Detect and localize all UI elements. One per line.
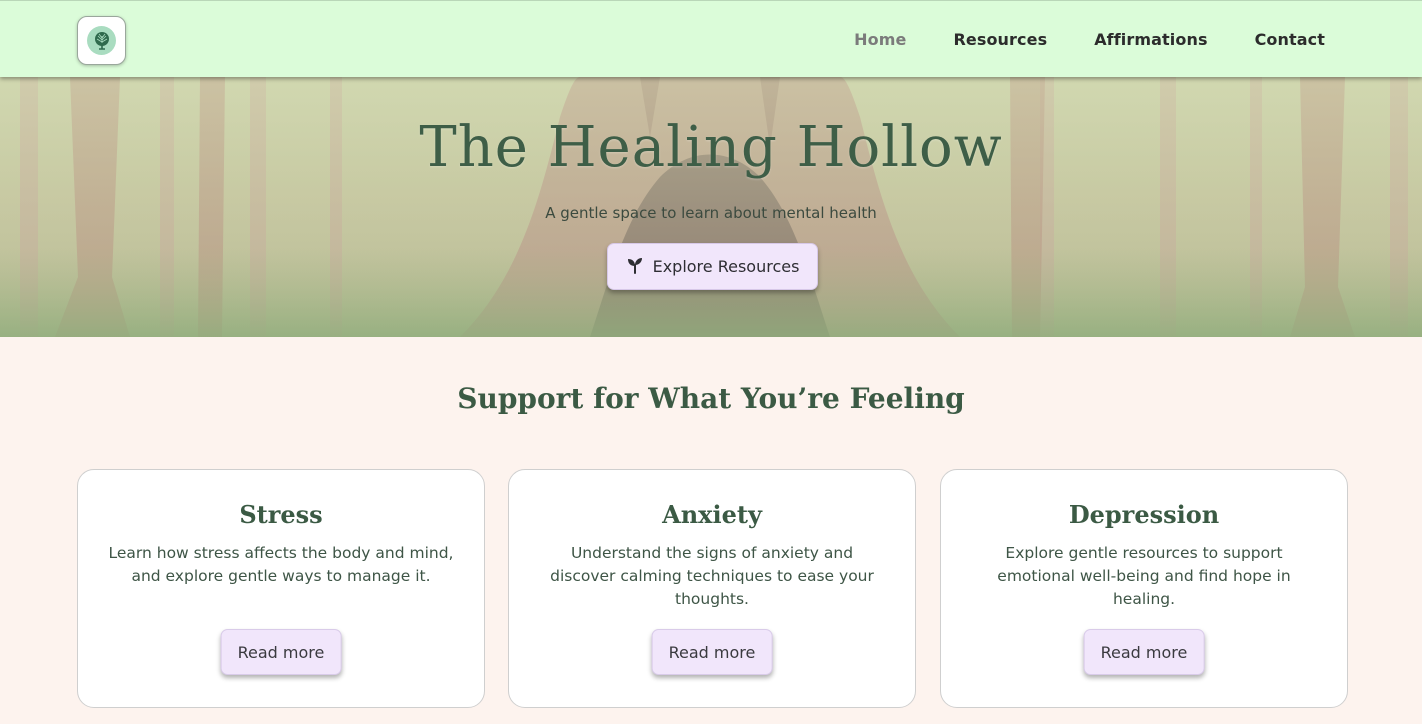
card-anxiety: Anxiety Understand the signs of anxiety … [508, 469, 916, 708]
card-text: Understand the signs of anxiety and disc… [550, 544, 874, 608]
read-more-button[interactable]: Read more [651, 629, 773, 675]
nav-link-contact[interactable]: Contact [1255, 30, 1325, 49]
hero-subtitle: A gentle space to learn about mental hea… [545, 204, 877, 222]
sprout-icon [626, 256, 644, 278]
read-more-button[interactable]: Read more [1083, 629, 1205, 675]
card-title: Depression [1068, 500, 1220, 529]
explore-resources-button[interactable]: Explore Resources [607, 243, 818, 290]
card-text: Explore gentle resources to support emot… [997, 544, 1291, 608]
logo[interactable] [77, 16, 126, 65]
nav-link-resources[interactable]: Resources [953, 30, 1047, 49]
tree-icon [87, 26, 116, 55]
nav-link-home[interactable]: Home [854, 30, 906, 49]
card-depression: Depression Explore gentle resources to s… [940, 469, 1348, 708]
card-title: Stress [239, 500, 323, 529]
card-title: Anxiety [662, 500, 762, 529]
card-text: Learn how stress affects the body and mi… [108, 544, 454, 585]
nav-link-affirmations[interactable]: Affirmations [1094, 30, 1207, 49]
read-more-button[interactable]: Read more [220, 629, 342, 675]
hero-section: The Healing Hollow A gentle space to lea… [0, 77, 1422, 337]
navbar: Home Resources Affirmations Contact [0, 0, 1422, 77]
hero-title: The Healing Hollow [419, 115, 1003, 180]
card-stress: Stress Learn how stress affects the body… [77, 469, 485, 708]
explore-resources-label: Explore Resources [652, 257, 800, 276]
nav-links: Home Resources Affirmations Contact [854, 1, 1325, 78]
section-title: Support for What You’re Feeling [457, 382, 965, 415]
